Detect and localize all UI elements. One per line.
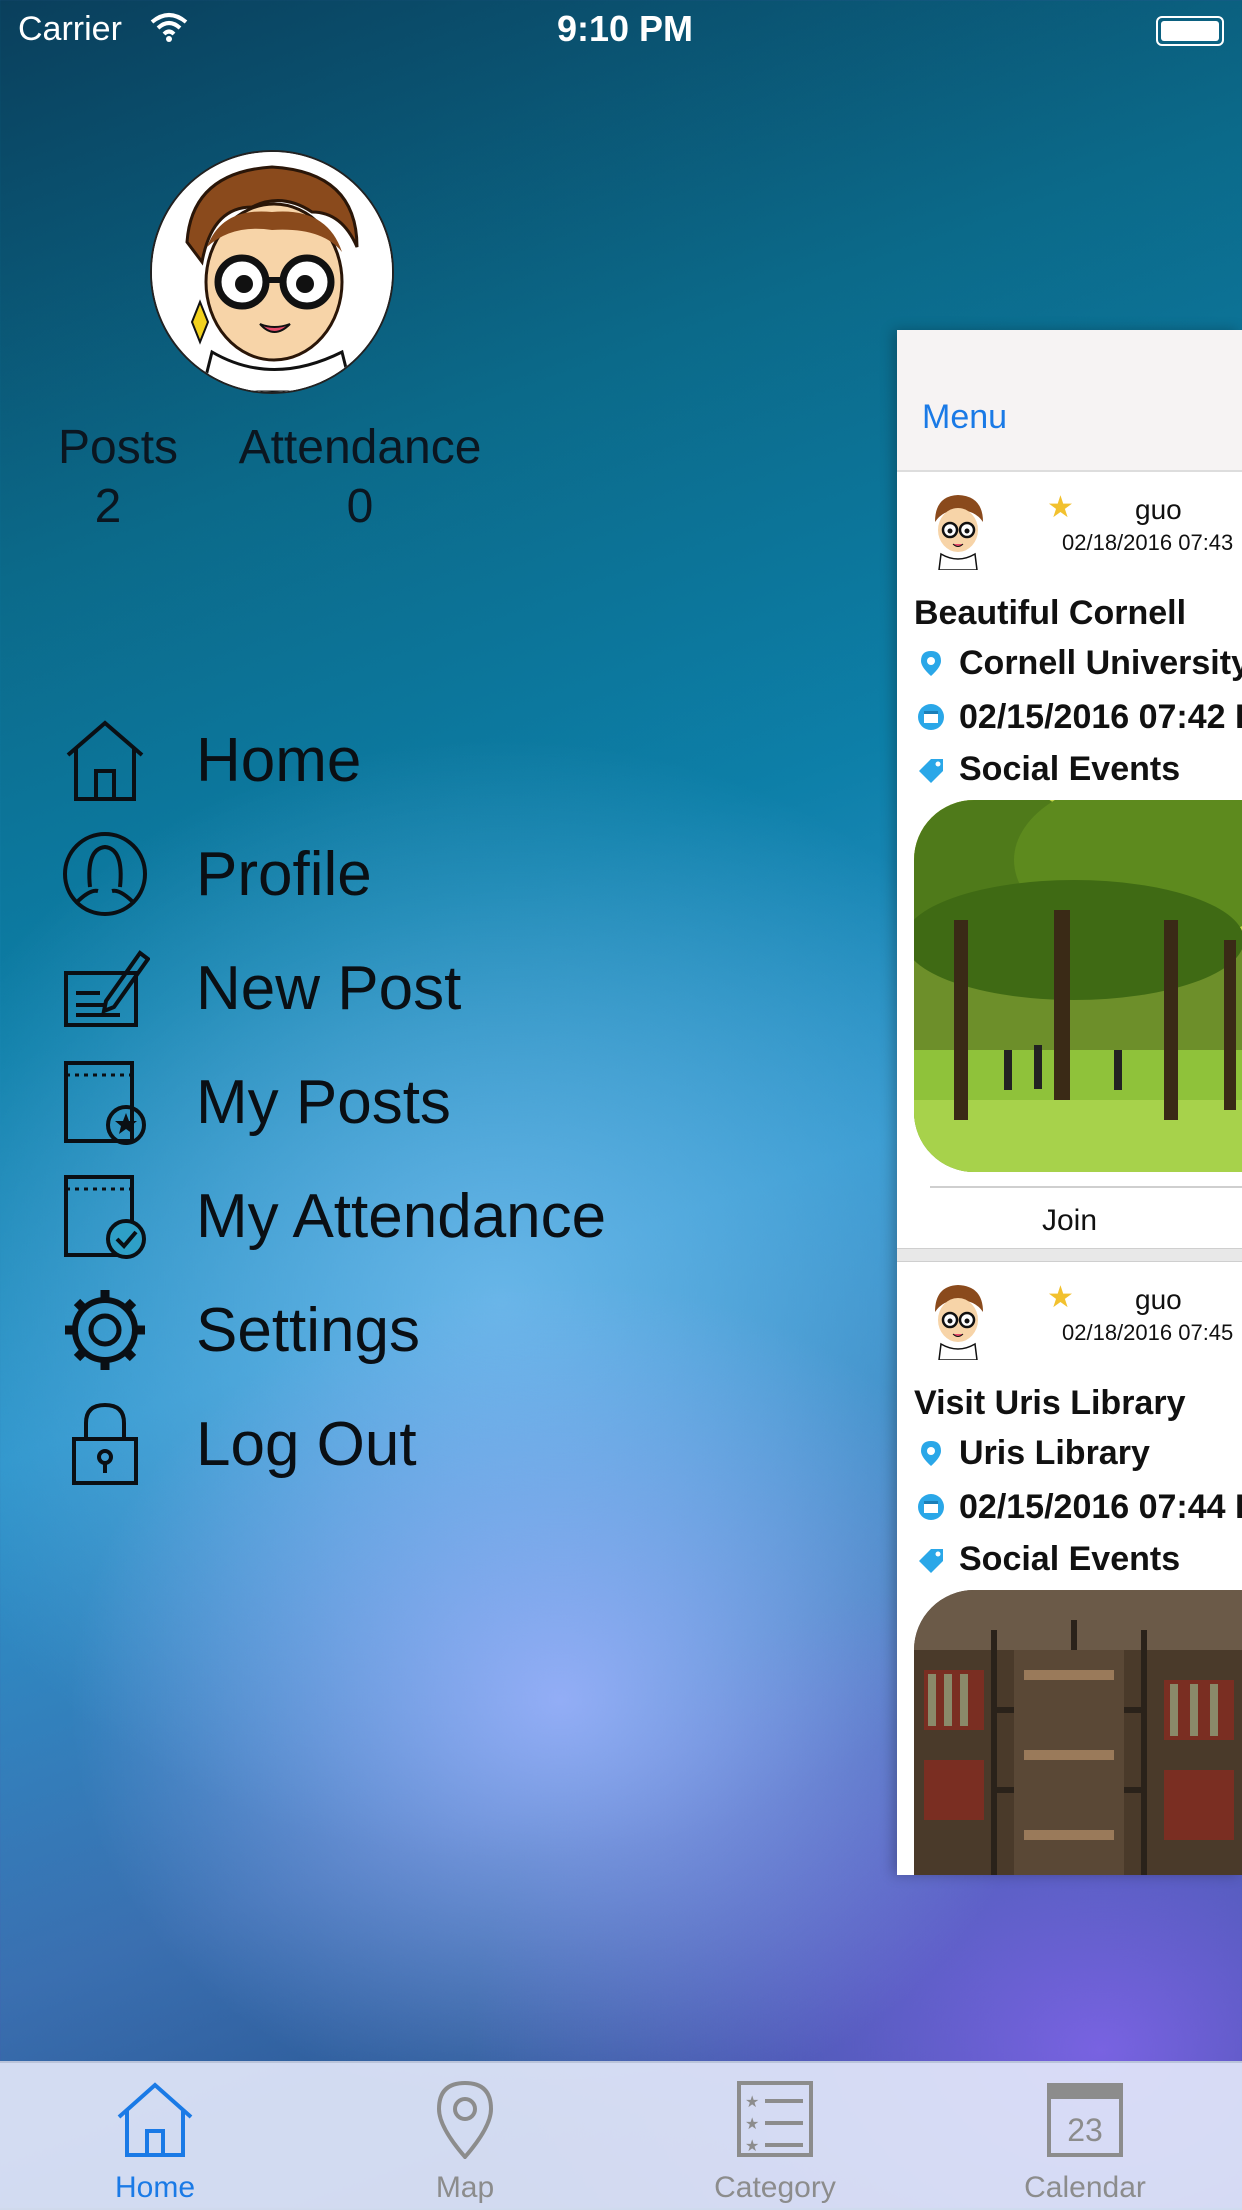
menu-item-log-out[interactable]: Log Out — [60, 1399, 680, 1499]
tab-calendar[interactable]: 23 Calendar — [930, 2063, 1240, 2210]
my-posts-icon — [64, 1061, 146, 1145]
tag-icon — [919, 759, 943, 783]
calendar-icon: 23 — [1047, 2083, 1123, 2157]
attendance-count: 0 — [346, 480, 374, 533]
post-category: Social Events — [959, 750, 1181, 788]
home-icon — [66, 720, 144, 801]
library-photo — [914, 1590, 1242, 1875]
status-bar: Carrier 9:10 PM — [0, 0, 1242, 60]
star-icon: ★ — [1047, 491, 1074, 524]
tab-label-category: Category — [714, 2171, 836, 2204]
svg-text:★: ★ — [745, 2114, 759, 2133]
post-avatar — [935, 1285, 983, 1360]
join-divider — [930, 1186, 1242, 1188]
posts-stat[interactable]: Posts 2 — [58, 420, 178, 534]
menu-label-my-attendance: My Attendance — [196, 1182, 607, 1251]
post-card[interactable]: ★ guo 02/18/2016 07:43 Beautiful Cornell… — [897, 472, 1242, 1250]
post-location-row: Cornell University — [917, 644, 1242, 683]
tab-map[interactable]: Map — [310, 2063, 620, 2210]
attendance-stat[interactable]: Attendance 0 — [230, 420, 490, 534]
new-post-icon — [64, 950, 150, 1027]
menu-nav-button[interactable]: Menu — [922, 398, 1007, 437]
map-pin-icon — [436, 2080, 494, 2159]
post-location-row: Uris Library — [917, 1434, 1150, 1473]
calendar-small-icon — [918, 704, 944, 730]
gear-icon — [65, 1290, 145, 1370]
post-location: Uris Library — [959, 1434, 1150, 1472]
post-category-row: Social Events — [917, 1540, 1180, 1579]
menu-label-new-post: New Post — [196, 954, 462, 1023]
avatar[interactable] — [150, 150, 394, 394]
post-username: guo — [1135, 1284, 1182, 1315]
posts-count: 2 — [94, 480, 122, 533]
join-button[interactable]: Join — [897, 1204, 1242, 1238]
menu-item-profile[interactable]: Profile — [60, 829, 680, 929]
attendance-label: Attendance — [238, 421, 482, 474]
post-category-row: Social Events — [917, 750, 1180, 789]
post-timestamp: 02/18/2016 07:43 — [1062, 530, 1234, 555]
my-attendance-icon — [64, 1175, 146, 1259]
menu-item-my-attendance[interactable]: My Attendance — [60, 1171, 680, 1271]
calendar-day: 23 — [1067, 2112, 1103, 2148]
post-category: Social Events — [959, 1540, 1181, 1578]
profile-icon — [63, 832, 147, 916]
tab-category[interactable]: ★ ★ ★ Category — [620, 2063, 930, 2210]
menu-label-my-posts: My Posts — [196, 1068, 451, 1137]
post-username: guo — [1135, 494, 1182, 525]
campus-photo — [914, 800, 1242, 1172]
clock: 9:10 PM — [556, 8, 694, 49]
tag-icon — [919, 1549, 943, 1573]
tab-label-home: Home — [114, 2171, 196, 2204]
tab-home[interactable]: Home — [0, 2063, 310, 2210]
post-card[interactable]: ★ guo 02/18/2016 07:45 Visit Uris Librar… — [897, 1262, 1242, 1875]
lock-icon — [72, 1402, 138, 1485]
svg-text:★: ★ — [745, 2092, 759, 2111]
feed-nav-bar: Menu — [897, 330, 1242, 472]
home-icon — [117, 2082, 193, 2157]
menu-label-settings: Settings — [196, 1296, 421, 1365]
svg-text:★: ★ — [745, 2136, 759, 2155]
posts-label: Posts — [58, 421, 179, 474]
post-event-date: 02/15/2016 07:42 I — [959, 698, 1242, 736]
post-date-row: 02/15/2016 07:44 I — [917, 1488, 1242, 1527]
post-event-date: 02/15/2016 07:44 I — [959, 1488, 1242, 1526]
avatar-illustration — [152, 152, 392, 392]
location-pin-icon — [921, 651, 941, 676]
post-photo-library[interactable] — [914, 1590, 1242, 1875]
star-icon: ★ — [1047, 1281, 1074, 1314]
post-date-row: 02/15/2016 07:42 I — [917, 698, 1242, 737]
menu-item-my-posts[interactable]: My Posts — [60, 1057, 680, 1157]
menu-label-home: Home — [196, 726, 362, 795]
feed-panel[interactable]: Menu ★ guo 02/18/2016 07:43 Beautiful Co… — [897, 330, 1242, 1875]
post-separator — [897, 1248, 1242, 1262]
post-location: Cornell University — [959, 644, 1242, 682]
post-title: Visit Uris Library — [914, 1384, 1186, 1422]
tab-bar: Home Map ★ ★ ★ Category 23 Calendar — [0, 2061, 1242, 2210]
tab-label-map: Map — [435, 2171, 495, 2204]
menu-item-new-post[interactable]: New Post — [60, 943, 680, 1043]
calendar-small-icon — [918, 1494, 944, 1520]
post-title: Beautiful Cornell — [914, 594, 1187, 632]
post-photo-campus[interactable] — [914, 800, 1242, 1172]
menu-label-log-out: Log Out — [196, 1410, 417, 1479]
location-pin-icon — [921, 1441, 941, 1466]
battery-icon — [1156, 16, 1224, 46]
menu-label-profile: Profile — [196, 840, 372, 909]
list-icon: ★ ★ ★ — [737, 2081, 813, 2157]
menu-item-settings[interactable]: Settings — [60, 1285, 680, 1385]
menu-item-home[interactable]: Home — [60, 715, 680, 815]
post-avatar — [935, 495, 983, 570]
tab-label-calendar: Calendar — [1024, 2171, 1146, 2204]
post-timestamp: 02/18/2016 07:45 — [1062, 1320, 1234, 1345]
